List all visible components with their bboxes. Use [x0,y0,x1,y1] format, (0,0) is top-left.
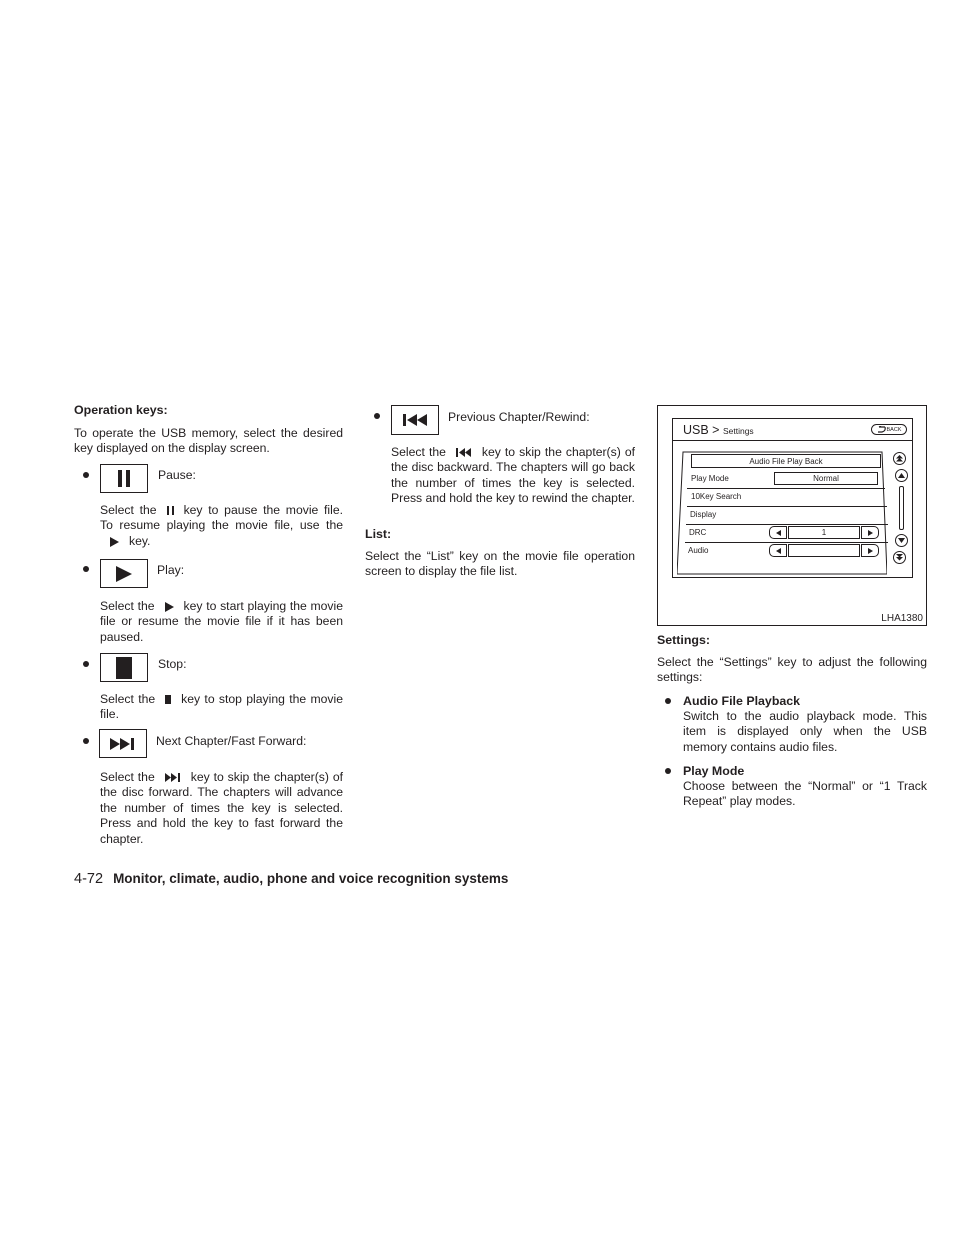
play-mode-value: Normal [774,472,878,485]
right-arrow-icon [867,547,873,554]
audio-decrease-button[interactable] [769,544,787,557]
pause-icon [118,470,130,487]
menu-label: Audio [688,546,709,555]
scroll-up-button[interactable] [895,469,908,482]
page-down-button[interactable] [893,551,906,564]
left-arrow-icon [775,547,781,554]
display-screen: USB > Settings BACK Audio File Play Back… [672,418,913,578]
menu-label: Display [690,510,717,519]
bullet [83,661,89,667]
bullet [374,413,380,419]
next-chapter-icon [110,737,134,750]
stop-key-box [100,653,148,682]
header-divider [673,440,912,441]
next-chapter-icon [164,773,181,783]
pause-description: Select the key to pause the movie file. T… [100,503,343,549]
stop-description: Select the key to stop playing the movie … [100,692,343,723]
figure-id: LHA1380 [881,613,923,624]
next-chapter-description: Select the key to skip the chapter(s) of … [100,770,343,847]
page-number: 4-72 [74,871,104,887]
back-button[interactable]: BACK [871,424,907,435]
screen-title: USB > Settings [683,423,754,437]
previous-chapter-icon [403,414,427,426]
double-down-arrow-icon [896,554,903,561]
play-label: Play: [157,563,185,577]
section-title: Monitor, climate, audio, phone and voice… [113,871,509,886]
menu-label: Play Mode [691,474,729,483]
desc-prefix: Select the [391,445,446,459]
desc-prefix: Select the [100,599,155,613]
audio-increase-button[interactable] [861,544,879,557]
drc-decrease-button[interactable] [769,526,787,539]
play-description: Select the key to start playing the movie… [100,599,343,645]
menu-label: Audio File Play Back [749,456,823,466]
stop-label: Stop: [158,657,187,671]
menu-item-audio[interactable]: Audio [684,543,888,560]
setting-title-play-mode: Play Mode [683,764,745,778]
page-up-button[interactable] [893,452,906,465]
pause-label: Pause: [158,468,196,482]
setting-text-play-mode: Choose between the “Normal” or “1 Track … [683,779,927,809]
audio-value [788,544,860,557]
bullet [83,738,89,744]
drc-increase-button[interactable] [861,526,879,539]
settings-screen-figure: USB > Settings BACK Audio File Play Back… [657,405,927,626]
play-key-box [100,559,148,588]
previous-chapter-label: Previous Chapter/Rewind: [448,410,590,424]
menu-item-drc[interactable]: DRC 1 [685,525,888,543]
settings-heading: Settings: [657,633,711,647]
settings-intro: Select the “Settings” key to adjust the … [657,655,927,685]
desc-end: key. [129,533,151,548]
desc-prefix: Select the [100,770,155,784]
list-heading: List: [365,527,392,541]
next-chapter-label: Next Chapter/Fast Forward: [156,734,307,748]
previous-chapter-icon [455,448,472,458]
menu-item-audio-file-play-back[interactable]: Audio File Play Back [691,454,881,468]
operation-keys-intro: To operate the USB memory, select the de… [74,426,343,456]
bullet [665,768,671,774]
menu-item-10key-search[interactable]: 10Key Search [687,489,887,507]
screen-title-main: USB > [683,423,720,437]
bullet [83,472,89,478]
play-icon [164,601,174,612]
screen-title-sub: Settings [722,426,754,436]
previous-chapter-description: Select the key to skip the chapter(s) of … [391,445,635,507]
setting-title-audio-file-playback: Audio File Playback [683,694,801,708]
down-arrow-icon [898,538,905,543]
list-text: Select the “List” key on the movie file … [365,549,635,579]
bullet [665,698,671,704]
desc-prefix: Select the [100,503,157,517]
back-arrow-icon [877,426,886,433]
drc-value: 1 [788,526,860,539]
stop-icon [116,656,132,679]
previous-chapter-key-box [391,405,439,435]
menu-label: DRC [689,528,707,537]
pause-key-box [100,464,148,493]
up-arrow-icon [898,473,905,478]
menu-item-play-mode[interactable]: Play Mode Normal [687,471,885,489]
back-label: BACK [886,426,902,433]
menu-label: 10Key Search [691,492,742,501]
desc-prefix: Select the [100,692,156,706]
page-footer: 4-72 Monitor, climate, audio, phone and … [74,871,508,887]
left-arrow-icon [775,529,781,536]
stop-icon [165,695,172,705]
play-icon [116,565,132,582]
operation-keys-heading: Operation keys: [74,403,168,417]
next-chapter-key-box [99,729,147,758]
menu-item-display[interactable]: Display [686,507,888,525]
pause-icon [166,506,174,516]
play-icon [110,536,119,547]
bullet [83,566,89,572]
scrollbar[interactable] [899,486,904,530]
right-arrow-icon [867,529,873,536]
double-up-arrow-icon [896,455,903,462]
setting-text-audio-file-playback: Switch to the audio playback mode. This … [683,709,927,754]
scroll-down-button[interactable] [895,534,908,547]
